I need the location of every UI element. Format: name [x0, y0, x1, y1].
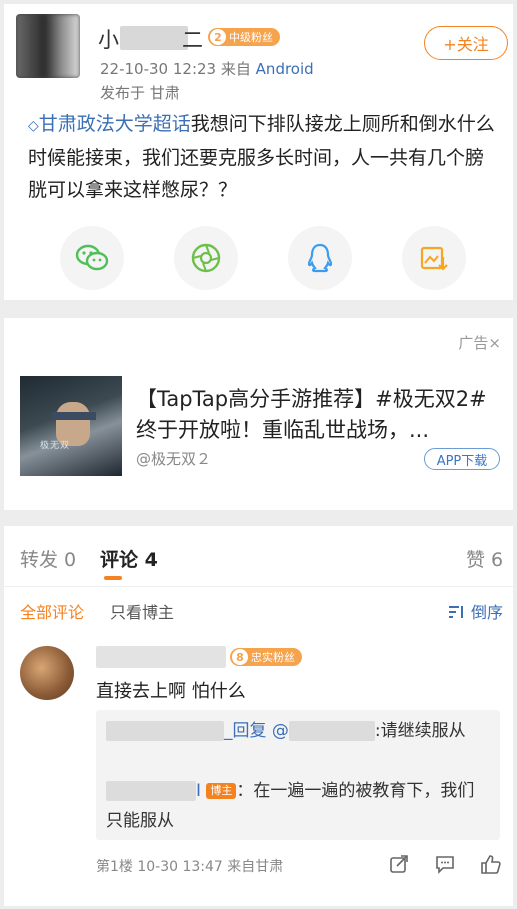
fan-level-badge: 2 中级粉丝: [208, 28, 280, 46]
filter-all-comments[interactable]: 全部评论: [20, 599, 84, 623]
sort-icon: [448, 606, 463, 618]
interaction-tabs: 转发 0 评论 4 赞 6: [4, 526, 513, 587]
author-avatar[interactable]: [16, 14, 80, 78]
weibo-post-page: 小 二 2 中级粉丝 +关注 22-10-30 12:23 来自 Android…: [0, 0, 517, 909]
ad-thumb-logo: 极无双: [40, 441, 71, 451]
share-icon[interactable]: [387, 852, 411, 876]
commenter-avatar[interactable]: [20, 646, 74, 700]
loyal-fan-label: 忠实粉丝: [251, 651, 295, 664]
reply-icon[interactable]: [433, 852, 457, 876]
topic-link[interactable]: 甘肃政法大学超话: [39, 113, 191, 135]
like-icon[interactable]: [479, 852, 503, 876]
ad-card[interactable]: 广告× 极无双 【TapTap高分手游推荐】#极无双2#终于开放啦！重临乱世战场…: [4, 318, 513, 510]
filter-host-only[interactable]: 只看博主: [110, 599, 174, 623]
qq-icon[interactable]: [288, 226, 352, 290]
sort-label: 倒序: [470, 603, 503, 622]
reply-1-target-blurred: [288, 721, 375, 741]
reply-1-text: :请继续服从: [374, 721, 466, 741]
reply-2: I 博主 ：在一遍一遍的被教育下，我们只能服从: [106, 776, 490, 836]
comment-footer: 第1楼 10-30 13:47 来自甘肃: [96, 859, 284, 875]
author-name-start[interactable]: 小: [98, 24, 119, 54]
reply-1: _回复 @ :请继续服从: [106, 716, 490, 746]
reply-1-mention[interactable]: @: [272, 721, 289, 741]
host-tag: 博主: [206, 783, 237, 799]
moments-icon[interactable]: [174, 226, 238, 290]
reply-2-author-blurred[interactable]: [106, 781, 196, 801]
post-source-prefix: 来自: [220, 60, 251, 78]
tab-comments[interactable]: 评论 4: [100, 545, 158, 572]
app-download-button[interactable]: APP下载: [424, 448, 500, 470]
active-tab-indicator: [104, 576, 122, 580]
commenter-name-blurred[interactable]: [96, 646, 226, 668]
reply-1-prefix: _回复: [224, 721, 267, 741]
follow-button[interactable]: +关注: [424, 26, 508, 60]
author-name-blurred: [120, 26, 188, 50]
save-image-icon[interactable]: [402, 226, 466, 290]
loyal-fan-badge: 8 忠实粉丝: [230, 648, 302, 666]
post-source[interactable]: Android: [256, 60, 314, 78]
ad-label-close[interactable]: 广告×: [458, 332, 501, 353]
comment-actions: [387, 852, 503, 876]
post-time: 22-10-30 12:23: [100, 60, 217, 78]
ad-title[interactable]: 【TapTap高分手游推荐】#极无双2#终于开放啦！重临乱世战场，...: [136, 384, 496, 446]
sort-button[interactable]: 倒序: [448, 599, 503, 623]
fan-level-number: 2: [210, 29, 226, 45]
tab-reposts[interactable]: 转发 0: [20, 545, 76, 572]
post-body: ◇甘肃政法大学超话我想问下排队接龙上厕所和倒水什么时候能接束，我们还要克服多长时…: [28, 108, 502, 206]
reply-1-author-blurred[interactable]: [106, 721, 224, 741]
comment-section: 转发 0 评论 4 赞 6 全部评论 只看博主 倒序 8 忠实粉丝 直接去上啊 …: [4, 526, 513, 906]
post-meta: 22-10-30 12:23 来自 Android: [100, 58, 314, 79]
tab-likes[interactable]: 赞 6: [466, 545, 503, 572]
reply-2-author-tail[interactable]: I: [196, 781, 201, 801]
wechat-icon[interactable]: [60, 226, 124, 290]
ad-source: @极无双２: [136, 450, 212, 468]
replies-box[interactable]: _回复 @ :请继续服从 I 博主 ：在一遍一遍的被教育下，我们只能服从: [96, 710, 500, 840]
fan-level-label: 中级粉丝: [229, 31, 273, 44]
post-location: 发布于 甘肃: [100, 84, 180, 102]
ad-thumbnail[interactable]: 极无双: [20, 376, 122, 476]
loyal-fan-level: 8: [232, 649, 248, 665]
topic-icon: ◇: [28, 118, 39, 134]
post-card: 小 二 2 中级粉丝 +关注 22-10-30 12:23 来自 Android…: [4, 4, 513, 300]
author-name-end[interactable]: 二: [182, 24, 203, 54]
comment-text: 直接去上啊 怕什么: [96, 681, 246, 702]
